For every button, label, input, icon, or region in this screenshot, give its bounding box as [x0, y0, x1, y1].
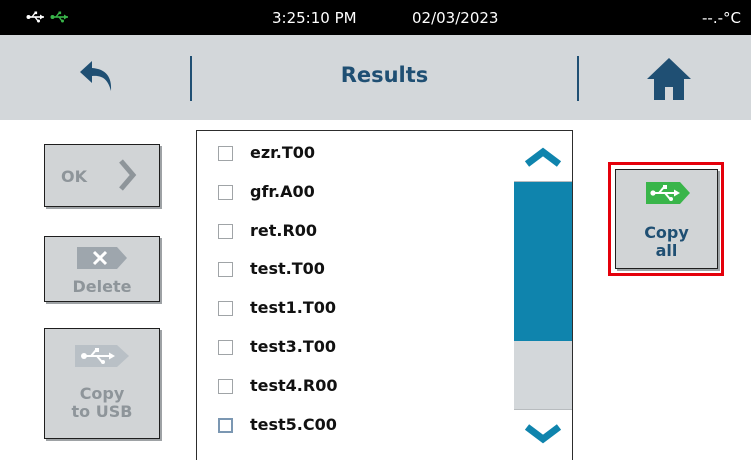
- clock-date: 02/03/2023: [412, 9, 499, 27]
- status-bar: 3:25:10 PM 02/03/2023 --.-°C: [0, 0, 751, 35]
- file-row[interactable]: gfr.A00: [197, 173, 513, 211]
- file-row[interactable]: test4.R00: [197, 367, 513, 405]
- file-checkbox[interactable]: [218, 146, 233, 161]
- file-name: test1.T00: [250, 298, 337, 318]
- scroll-up-button[interactable]: [514, 131, 572, 182]
- usb-icon: [73, 343, 131, 373]
- file-checkbox[interactable]: [218, 340, 233, 355]
- temperature-readout: --.-°C: [702, 9, 741, 27]
- home-icon: [647, 58, 691, 100]
- copy-to-usb-label: Copy to USB: [45, 385, 159, 421]
- copy-all-label-line1: Copy: [644, 223, 689, 242]
- file-checkbox[interactable]: [218, 262, 233, 278]
- file-name: test5.C00: [250, 414, 337, 434]
- delete-button[interactable]: Delete: [44, 236, 160, 302]
- ok-label: OK: [61, 167, 87, 186]
- scrollbar[interactable]: [514, 131, 572, 460]
- back-button[interactable]: [78, 57, 118, 97]
- file-row[interactable]: test5.C00: [197, 406, 513, 444]
- file-row[interactable]: ret.R00: [197, 212, 513, 250]
- file-row[interactable]: test3.T00: [197, 328, 513, 366]
- copy-all-label-line2: all: [655, 241, 678, 260]
- file-name: gfr.A00: [250, 181, 315, 201]
- file-checkbox[interactable]: [218, 417, 233, 433]
- copy-to-usb-button[interactable]: Copy to USB: [44, 328, 160, 439]
- file-checkbox[interactable]: [218, 223, 233, 239]
- delete-icon: [75, 245, 129, 275]
- copy-all-label: Copy all: [616, 224, 717, 260]
- copy-to-usb-label-line1: Copy: [79, 384, 125, 403]
- file-name: ezr.T00: [250, 143, 316, 162]
- file-name: test.T00: [250, 259, 325, 279]
- results-file-list[interactable]: ezr.T00 gfr.A00 ret.R00 test.T00 test1.T00 te…: [196, 130, 573, 460]
- copy-to-usb-label-line2: to USB: [71, 402, 133, 421]
- header-divider-right: [577, 56, 579, 101]
- page-title: Results: [340, 63, 429, 87]
- home-button[interactable]: [645, 57, 693, 101]
- file-row[interactable]: ezr.T00: [197, 134, 513, 172]
- file-row[interactable]: test.T00: [197, 250, 513, 288]
- scroll-thumb[interactable]: [514, 181, 572, 341]
- file-name: ret.R00: [250, 220, 318, 240]
- back-arrow-icon: [80, 61, 112, 91]
- copy-all-highlight: Copy all: [608, 162, 724, 276]
- file-checkbox[interactable]: [218, 378, 233, 394]
- clock-time: 3:25:10 PM: [272, 9, 357, 27]
- chevron-right-icon: [117, 159, 137, 195]
- header-bar: Results: [0, 35, 751, 120]
- file-row[interactable]: test1.T00: [197, 289, 513, 327]
- delete-label: Delete: [72, 277, 132, 296]
- chevron-down-icon: [524, 424, 562, 444]
- usb-connection-icon: [26, 9, 46, 27]
- file-name: test4.R00: [250, 375, 338, 395]
- chevron-up-icon: [524, 147, 562, 167]
- file-checkbox[interactable]: [218, 184, 233, 200]
- usb-copy-icon: [644, 180, 692, 210]
- file-name: test3.T00: [250, 337, 337, 356]
- usb-device-icon: [50, 9, 70, 27]
- ok-button[interactable]: OK: [44, 144, 160, 207]
- scroll-down-button[interactable]: [514, 409, 572, 460]
- file-checkbox[interactable]: [218, 301, 233, 317]
- copy-all-button[interactable]: Copy all: [615, 169, 718, 269]
